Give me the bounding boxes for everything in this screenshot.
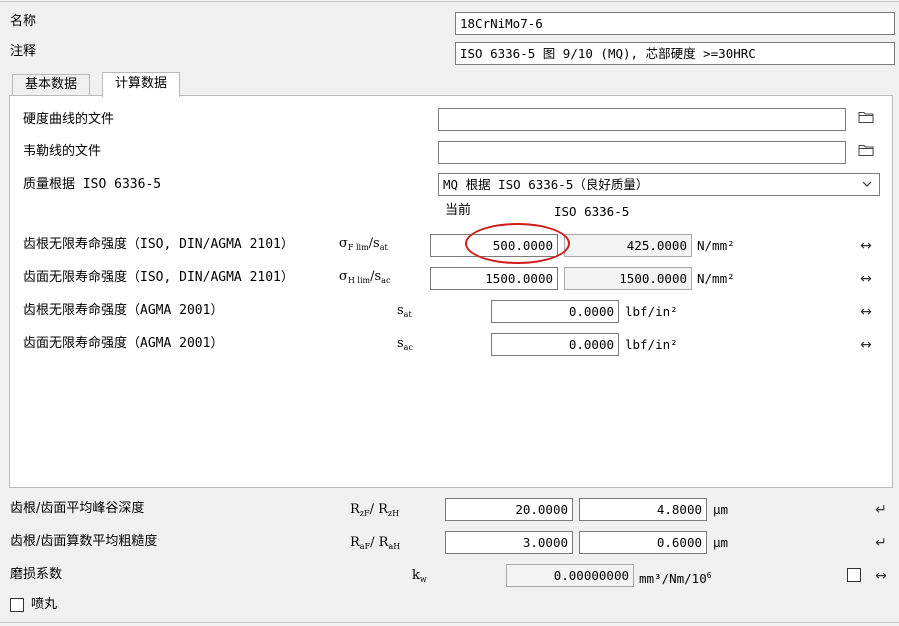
sigma-hlim-unit: N/mm² — [697, 271, 735, 286]
root-strength-agma-label: 齿根无限寿命强度（AGMA 2001） — [23, 303, 224, 318]
sac-symbol: sac — [397, 336, 413, 352]
tab-basic-data[interactable]: 基本数据 — [12, 74, 91, 95]
swap-arrows-icon[interactable]: ↔ — [856, 269, 876, 289]
flank-strength-iso-label: 齿面无限寿命强度（ISO, DIN/AGMA 2101） — [23, 270, 294, 285]
ra-symbol: RaF/ RaH — [350, 535, 401, 551]
enter-return-icon[interactable]: ↵ — [871, 500, 891, 520]
sigma-hlim-iso-value: 1500.0000 — [564, 267, 692, 290]
rz-symbol: RzF/ RzH — [350, 502, 400, 518]
root-strength-iso-label: 齿根无限寿命强度（ISO, DIN/AGMA 2101） — [23, 237, 294, 252]
sat-unit: lbf/in² — [625, 304, 678, 319]
sigma-flim-current-input[interactable]: 500.0000 — [430, 234, 558, 257]
comment-label: 注释 — [10, 44, 37, 59]
shot-peening-label: 喷丸 — [31, 597, 58, 612]
sigma-flim-symbol: σF lim/sat — [339, 236, 388, 252]
sigma-hlim-symbol: σH lim/sac — [339, 269, 391, 285]
swap-arrows-icon[interactable]: ↔ — [856, 302, 876, 322]
rz-unit: μm — [713, 502, 729, 517]
name-field[interactable]: 18CrNiMo7-6 — [455, 12, 895, 35]
arithmetic-roughness-label: 齿根/齿面算数平均粗糙度 — [10, 534, 158, 549]
wear-coefficient-label: 磨损系数 — [10, 567, 63, 582]
top-divider — [0, 1, 899, 2]
folder-icon[interactable] — [856, 143, 876, 163]
sat-symbol: sat — [397, 303, 412, 319]
mean-peak-to-valley-label: 齿根/齿面平均峰谷深度 — [10, 501, 145, 516]
comment-field[interactable]: ISO 6336-5 图 9/10 (MQ), 芯部硬度 >=30HRC — [455, 42, 895, 65]
rzh-input[interactable]: 4.8000 — [579, 498, 707, 521]
quality-selected-value: MQ 根据 ISO 6336-5（良好质量） — [443, 177, 649, 192]
wear-coefficient-value: 0.00000000 — [506, 564, 634, 587]
hardness-file-input[interactable] — [438, 108, 846, 131]
rzf-input[interactable]: 20.0000 — [445, 498, 573, 521]
column-header-current: 当前 — [445, 203, 472, 218]
chevron-down-icon — [861, 174, 873, 195]
sac-input[interactable]: 0.0000 — [491, 333, 619, 356]
wear-unit: mm³/Nm/106 — [639, 571, 712, 587]
shot-peening-checkbox[interactable] — [10, 598, 24, 612]
sat-input[interactable]: 0.0000 — [491, 300, 619, 323]
swap-arrows-icon[interactable]: ↔ — [871, 566, 891, 586]
rah-input[interactable]: 0.6000 — [579, 531, 707, 554]
kw-symbol: kw — [412, 568, 427, 584]
sigma-flim-iso-value: 425.0000 — [564, 234, 692, 257]
woehler-file-label: 韦勒线的文件 — [23, 144, 102, 159]
ra-unit: μm — [713, 535, 729, 550]
flank-strength-agma-label: 齿面无限寿命强度（AGMA 2001） — [23, 336, 224, 351]
sigma-hlim-current-input[interactable]: 1500.0000 — [430, 267, 558, 290]
hardness-file-label: 硬度曲线的文件 — [23, 112, 115, 127]
bottom-divider — [0, 622, 899, 623]
woehler-file-input[interactable] — [438, 141, 846, 164]
tab-calculation-data[interactable]: 计算数据 — [102, 72, 181, 97]
sac-unit: lbf/in² — [625, 337, 678, 352]
name-label: 名称 — [10, 14, 37, 29]
quality-select[interactable]: MQ 根据 ISO 6336-5（良好质量） — [438, 173, 880, 196]
swap-arrows-icon[interactable]: ↔ — [856, 335, 876, 355]
raf-input[interactable]: 3.0000 — [445, 531, 573, 554]
column-header-iso: ISO 6336-5 — [554, 204, 630, 219]
quality-label: 质量根据 ISO 6336-5 — [23, 177, 162, 192]
folder-icon[interactable] — [856, 110, 876, 130]
sigma-flim-unit: N/mm² — [697, 238, 735, 253]
wear-checkbox[interactable] — [847, 568, 861, 582]
enter-return-icon[interactable]: ↵ — [871, 533, 891, 553]
swap-arrows-icon[interactable]: ↔ — [856, 236, 876, 256]
